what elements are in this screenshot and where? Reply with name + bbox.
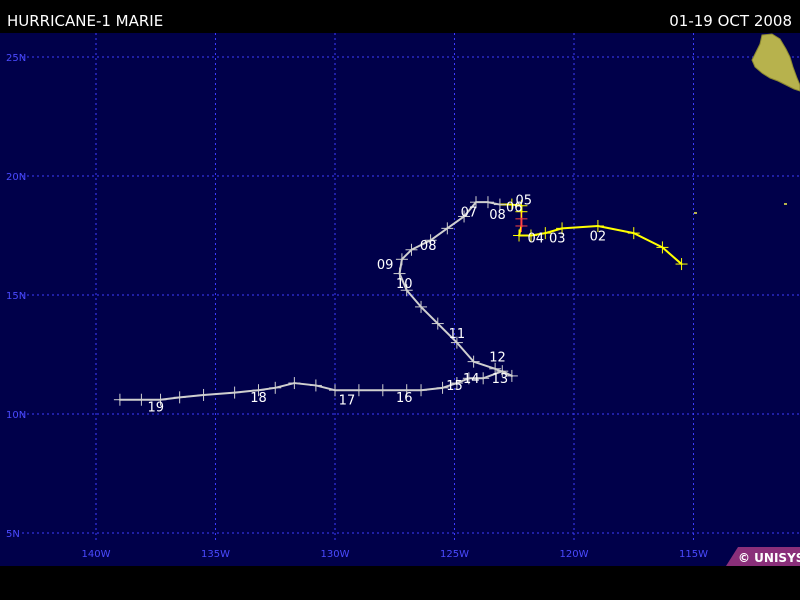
lon-label: 125W (440, 549, 469, 560)
day-label: 11 (449, 327, 466, 342)
storm-title: HURRICANE-1 MARIE (7, 12, 164, 30)
date-range: 01-19 OCT 2008 (669, 12, 792, 30)
day-label: 14 (463, 372, 480, 387)
lon-label: 120W (560, 549, 589, 560)
island-dot (694, 212, 697, 214)
lat-label: 25N (6, 53, 26, 64)
credit-text: © UNISYS (738, 551, 800, 565)
storm-track-map: 02030405060807080910111213141516171819 2… (0, 33, 800, 566)
day-label: 09 (377, 258, 394, 273)
day-label: 13 (492, 372, 509, 387)
lon-label: 135W (201, 549, 230, 560)
day-label: 16 (396, 391, 413, 406)
day-label: 03 (549, 232, 566, 247)
lat-label: 10N (6, 410, 26, 421)
day-label: 10 (396, 277, 413, 292)
lon-label: 130W (321, 549, 350, 560)
day-label: 15 (446, 379, 463, 394)
lon-label: 140W (82, 549, 111, 560)
day-label: 08 (489, 208, 506, 223)
lat-label: 20N (6, 172, 26, 183)
lon-label: 115W (679, 549, 708, 560)
day-label: 17 (339, 393, 356, 408)
island-dot (784, 203, 787, 205)
day-label: 02 (590, 229, 607, 244)
lat-label: 15N (6, 291, 26, 302)
day-label: 08 (420, 239, 437, 254)
day-label: 18 (250, 391, 267, 406)
day-label: 07 (461, 205, 478, 220)
ocean-background (0, 33, 800, 566)
day-label: 06 (506, 201, 523, 216)
footer-bar (0, 566, 800, 600)
lat-label: 5N (6, 529, 20, 540)
day-label: 12 (489, 351, 506, 366)
unisys-credit: © UNISYS (726, 547, 800, 566)
day-label: 04 (527, 232, 544, 247)
day-label: 19 (147, 401, 164, 416)
header-bar: HURRICANE-1 MARIE 01-19 OCT 2008 (0, 0, 800, 33)
